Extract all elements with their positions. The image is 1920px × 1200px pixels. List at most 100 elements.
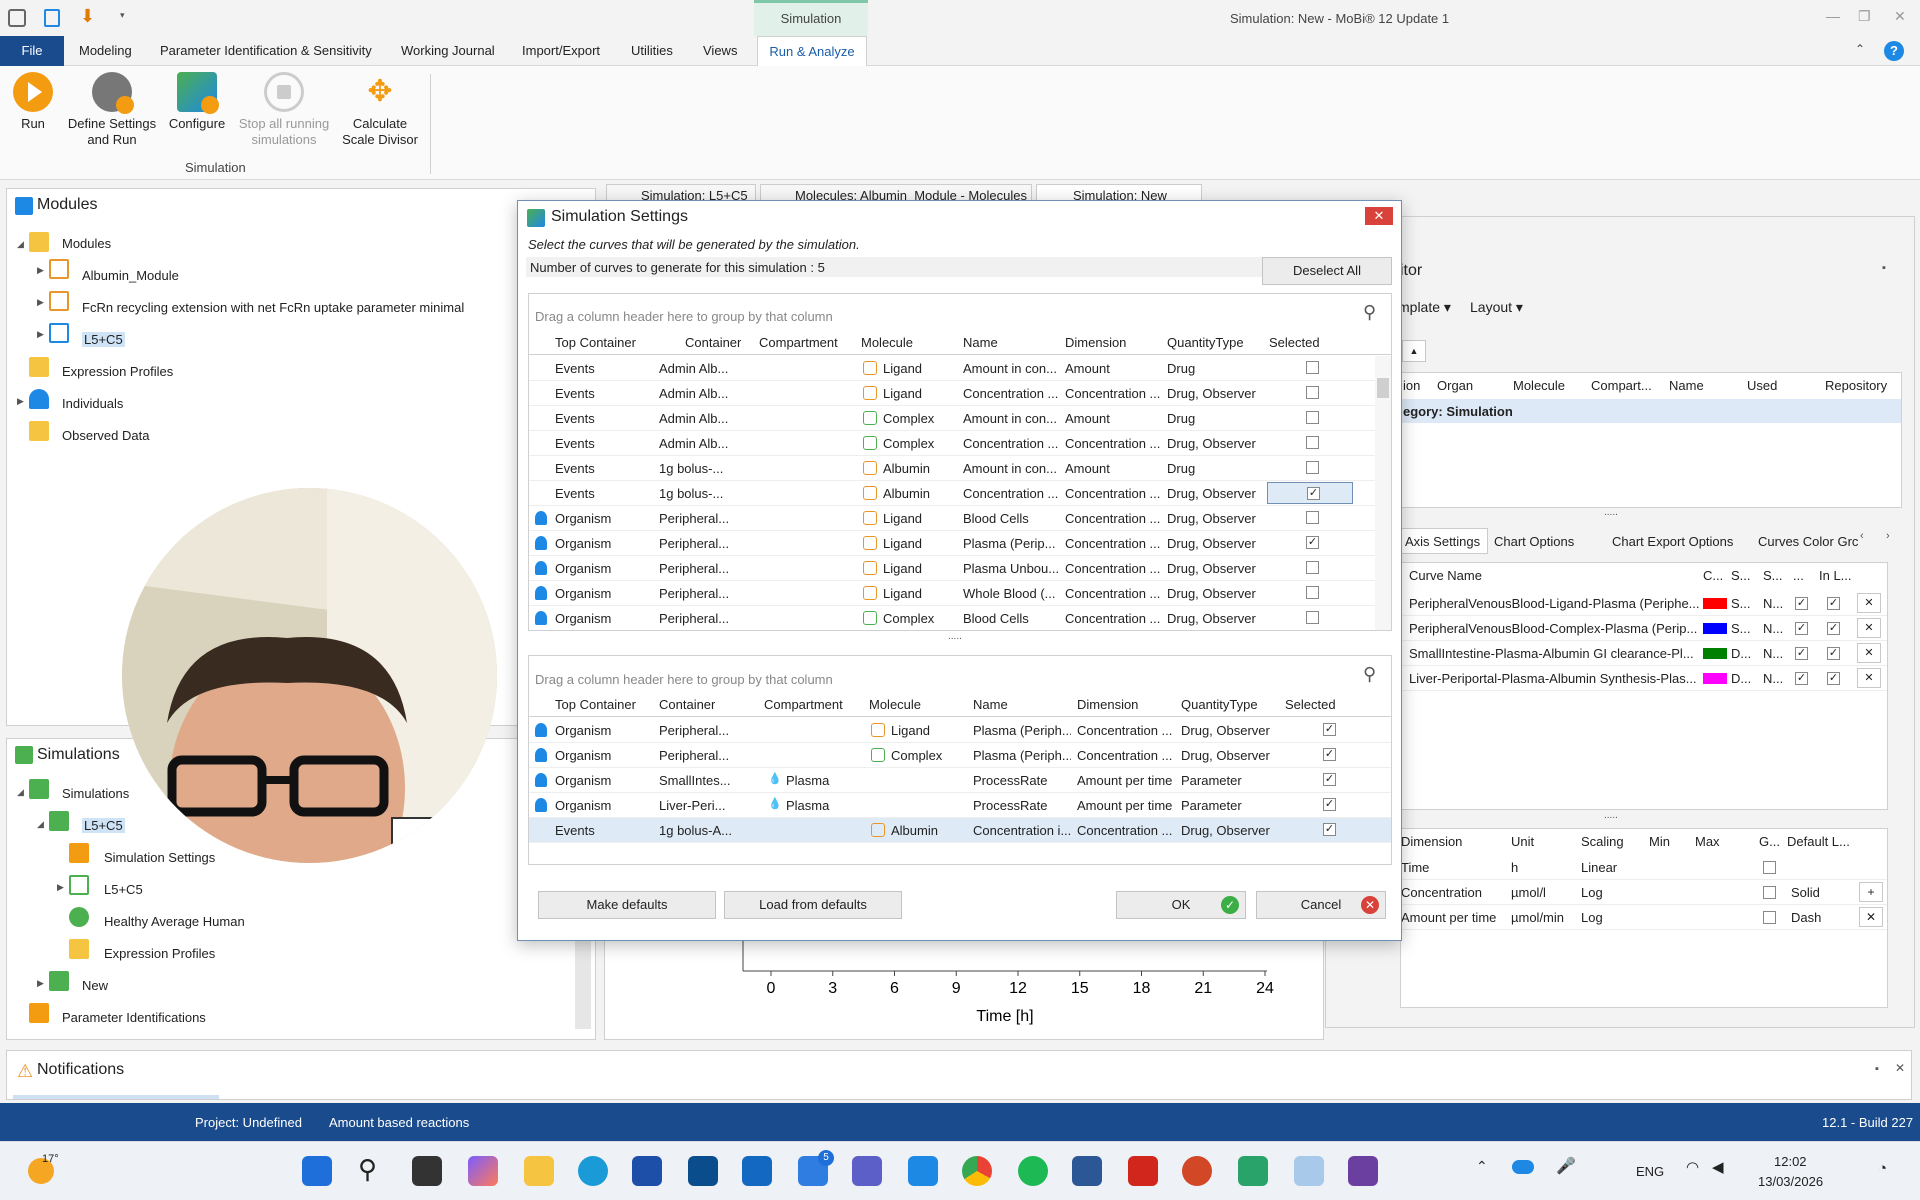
teams-icon[interactable] <box>852 1156 882 1186</box>
col-top-container[interactable]: Top Container <box>555 697 636 712</box>
lang-indicator[interactable]: ENG <box>1636 1164 1664 1179</box>
col-name[interactable]: Name <box>1669 378 1704 393</box>
grid-checkbox[interactable] <box>1763 911 1776 924</box>
curve-color-swatch[interactable] <box>1703 623 1727 634</box>
help-icon[interactable]: ? <box>1884 41 1904 61</box>
expand-individuals[interactable]: ▶ <box>17 396 24 407</box>
remove-curve-button[interactable]: ✕ <box>1857 668 1881 688</box>
pksim-icon[interactable] <box>1238 1156 1268 1186</box>
selected-cell[interactable] <box>1267 582 1353 604</box>
col-container[interactable]: Container <box>685 335 741 350</box>
mobi-icon[interactable] <box>1294 1156 1324 1186</box>
selected-checkbox[interactable] <box>1306 361 1319 374</box>
curve-symbol[interactable]: N... <box>1763 646 1789 661</box>
col-repository[interactable]: Repository <box>1825 378 1887 393</box>
visible-checkbox[interactable]: ✓ <box>1795 672 1808 685</box>
menu-run-analyze[interactable]: Run & Analyze <box>757 36 867 67</box>
clock-date[interactable]: 13/03/2026 <box>1758 1174 1823 1189</box>
axis-scaling[interactable]: Log <box>1581 885 1645 900</box>
selected-checkbox[interactable]: ✓ <box>1307 487 1320 500</box>
tree-item-sim-expression-profiles[interactable]: Expression Profiles <box>104 946 215 961</box>
selected-checkbox[interactable]: ✓ <box>1306 536 1319 549</box>
table-row[interactable]: Organism Peripheral... Complex Blood Cells C… <box>529 606 1375 630</box>
wifi-icon[interactable]: ◠ <box>1686 1158 1699 1176</box>
table-row[interactable]: Organism SmallIntes... 💧 Plasma ProcessRate A… <box>529 768 1391 793</box>
col-style[interactable]: S... <box>1731 568 1751 583</box>
expand-modules[interactable]: ◢ <box>17 239 24 250</box>
expand-sim-l5c5[interactable]: ◢ <box>37 819 44 830</box>
visible-checkbox[interactable]: ✓ <box>1795 647 1808 660</box>
selected-cell[interactable] <box>1267 557 1353 579</box>
expand-new[interactable]: ▶ <box>37 978 44 989</box>
pin-icon[interactable]: ▪ <box>1875 1063 1879 1075</box>
curve-row[interactable]: Liver-Periportal-Plasma-Albumin Synthesi… <box>1401 666 1887 691</box>
table-row[interactable]: Organism Peripheral... Complex Plasma (Peri… <box>529 743 1391 768</box>
microphone-icon[interactable]: 🎤 <box>1556 1156 1576 1176</box>
selected-checkbox[interactable] <box>1306 411 1319 424</box>
curve-style[interactable]: D... <box>1731 671 1757 686</box>
expand-fcrn[interactable]: ▶ <box>37 297 44 308</box>
selected-checkbox[interactable]: ✓ <box>1323 748 1336 761</box>
axis-row[interactable]: Time h Linear <box>1401 855 1887 880</box>
curve-style[interactable]: S... <box>1731 596 1757 611</box>
curve-row[interactable]: PeripheralVenousBlood-Complex-Plasma (Pe… <box>1401 616 1887 641</box>
tray-overflow-icon[interactable]: ⌃ <box>1476 1158 1488 1175</box>
col-color[interactable]: C... <box>1703 568 1723 583</box>
col-molecule[interactable]: Molecule <box>1513 378 1565 393</box>
col-container[interactable]: Container <box>659 697 715 712</box>
grid-scrollbar[interactable] <box>1375 356 1391 630</box>
menu-import-export[interactable]: Import/Export <box>522 43 600 58</box>
tab-chart-export-options[interactable]: Chart Export Options <box>1612 534 1733 549</box>
splitter[interactable]: ..... <box>1604 810 1618 821</box>
menu-working-journal[interactable]: Working Journal <box>401 43 495 58</box>
selected-cell[interactable]: ✓ <box>1267 482 1353 504</box>
col-unit[interactable]: Unit <box>1511 834 1534 849</box>
deselect-all-button[interactable]: Deselect All <box>1262 257 1392 285</box>
selected-cell[interactable]: ✓ <box>1283 769 1371 791</box>
cancel-button[interactable]: Cancel ✕ <box>1256 891 1386 919</box>
remove-curve-button[interactable]: ✕ <box>1857 618 1881 638</box>
pin-icon[interactable]: ▪ <box>1882 262 1886 274</box>
selected-cell[interactable]: ✓ <box>1283 794 1371 816</box>
selected-cell[interactable]: ✓ <box>1283 744 1371 766</box>
axis-row[interactable]: Concentration µmol/l Log Solid + <box>1401 880 1887 905</box>
curve-color-swatch[interactable] <box>1703 648 1727 659</box>
col-curve-name[interactable]: Curve Name <box>1409 568 1482 583</box>
selected-cell[interactable] <box>1267 607 1353 629</box>
tree-item-observed-data[interactable]: Observed Data <box>62 428 149 443</box>
define-settings-button[interactable]: Define Settings and Run <box>64 72 160 148</box>
table-row[interactable]: Organism Peripheral... Ligand Plasma (Perip… <box>529 531 1375 556</box>
selected-checkbox[interactable]: ✓ <box>1323 773 1336 786</box>
minimize-button[interactable]: — <box>1826 8 1840 24</box>
new-icon[interactable] <box>44 9 60 27</box>
tree-item-new[interactable]: New <box>82 978 108 993</box>
tree-item-modules[interactable]: Modules <box>62 236 111 251</box>
dell-icon[interactable] <box>688 1156 718 1186</box>
table-row[interactable]: Events 1g bolus-... Albumin Amount in con..… <box>529 456 1375 481</box>
col-organ[interactable]: Organ <box>1437 378 1473 393</box>
col-compart[interactable]: Compart... <box>1591 378 1652 393</box>
col-in-legend[interactable]: In L... <box>1819 568 1852 583</box>
col-compartment[interactable]: Compartment <box>764 697 843 712</box>
tab-axis-settings[interactable]: Axis Settings <box>1398 528 1488 554</box>
selected-checkbox[interactable] <box>1306 386 1319 399</box>
volume-icon[interactable]: ◀ <box>1712 1158 1724 1176</box>
axis-unit[interactable]: h <box>1511 860 1577 875</box>
snipping-icon[interactable] <box>1348 1156 1378 1186</box>
selected-cell[interactable]: ✓ <box>1267 532 1353 554</box>
splitter[interactable]: ..... <box>948 631 962 642</box>
col-name[interactable]: Name <box>963 335 998 350</box>
start-icon[interactable] <box>302 1156 332 1186</box>
menu-modeling[interactable]: Modeling <box>79 43 132 58</box>
store-icon[interactable] <box>632 1156 662 1186</box>
axis-unit[interactable]: µmol/min <box>1511 910 1577 925</box>
col-quantity-type[interactable]: QuantityType <box>1167 335 1244 350</box>
tabs-scroll-left-icon[interactable]: ‹ <box>1860 530 1864 542</box>
tabs-scroll-right-icon[interactable]: › <box>1886 530 1890 542</box>
col-top-container[interactable]: Top Container <box>555 335 636 350</box>
table-row[interactable]: Events 1g bolus-A... Albumin Concentration … <box>529 818 1391 843</box>
selected-checkbox[interactable] <box>1306 586 1319 599</box>
axis-default-line[interactable]: Dash <box>1791 910 1851 925</box>
curve-row[interactable]: PeripheralVenousBlood-Ligand-Plasma (Per… <box>1401 591 1887 616</box>
table-row[interactable]: Events Admin Alb... Ligand Amount in con...… <box>529 356 1375 381</box>
